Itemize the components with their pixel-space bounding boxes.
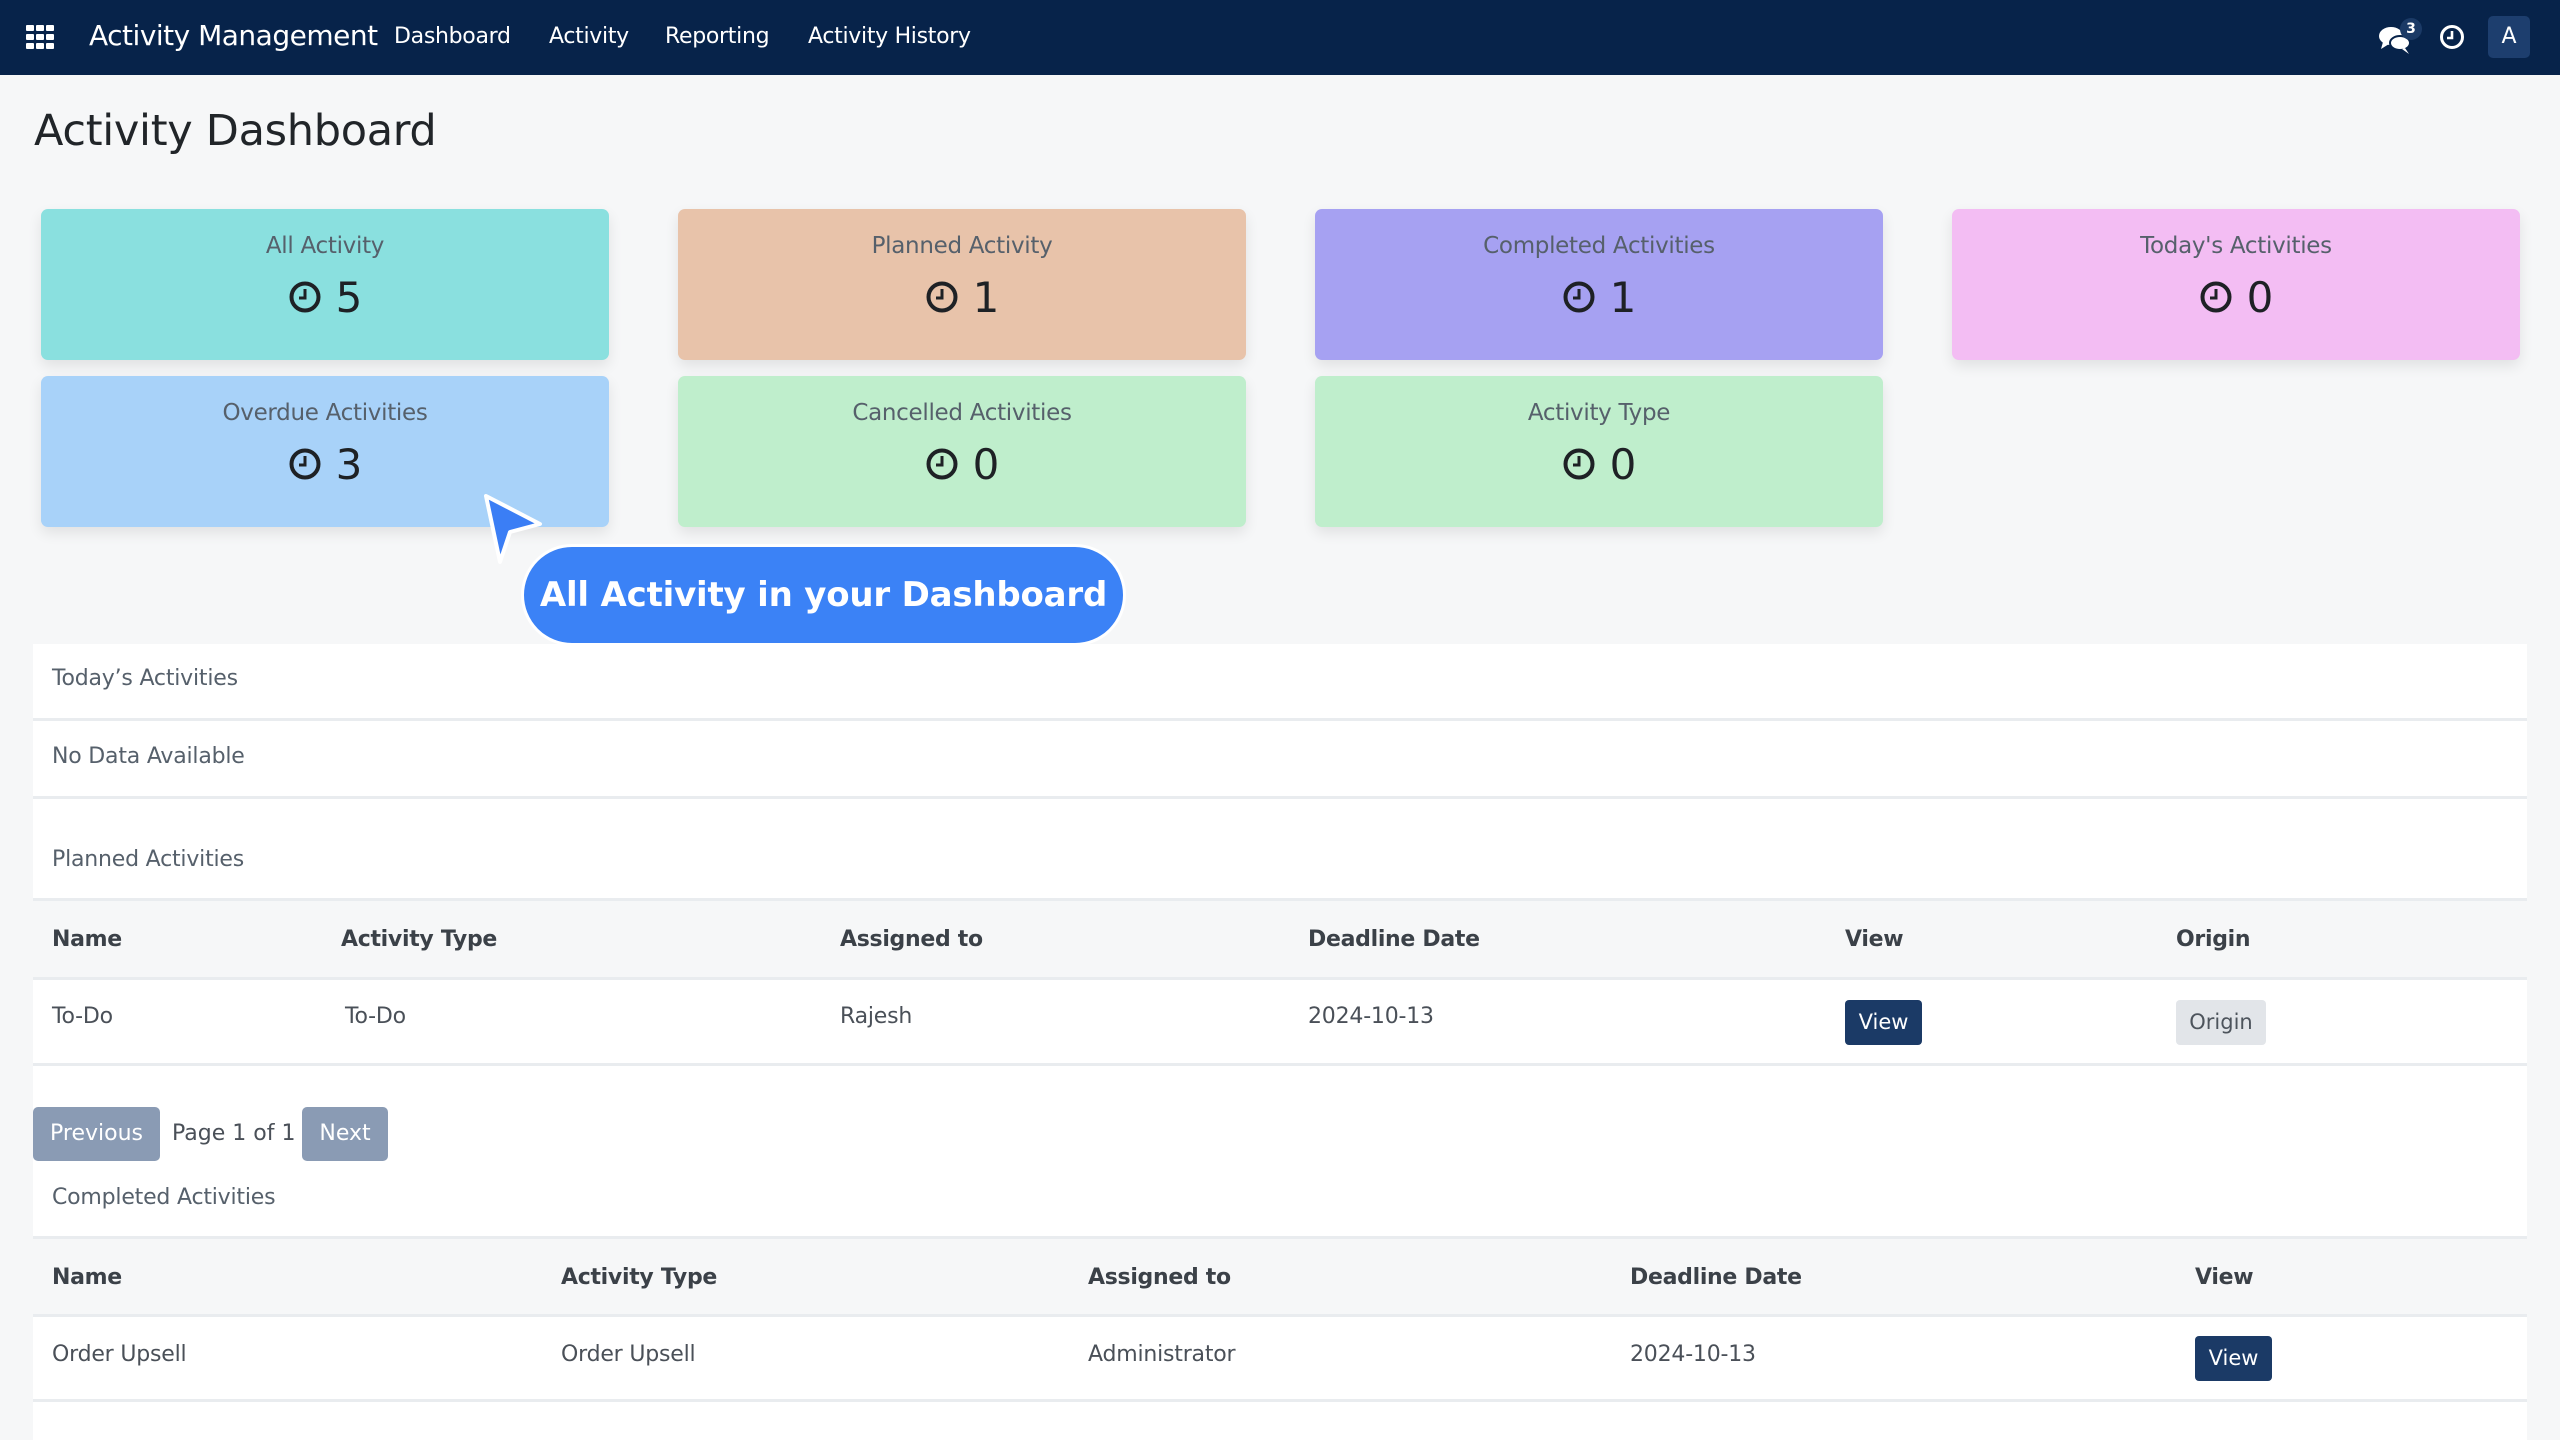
origin-button[interactable]: Origin [2176, 1000, 2266, 1045]
card-value: 0 [678, 439, 1246, 489]
card-todays-activities[interactable]: Today's Activities 0 [1952, 209, 2520, 360]
card-value: 0 [1315, 439, 1883, 489]
column-header-origin: Origin [2176, 927, 2251, 952]
page-info: Page 1 of 1 [172, 1121, 296, 1146]
column-header-deadline-date: Deadline Date [1630, 1265, 1802, 1290]
completed-activities-title: Completed Activities [52, 1185, 276, 1210]
card-count: 5 [335, 272, 363, 322]
divider [33, 898, 2527, 901]
nav-link-activity-history[interactable]: Activity History [808, 24, 971, 49]
column-header-name: Name [52, 927, 122, 952]
cell-activity-type: Order Upsell [561, 1342, 696, 1367]
view-button[interactable]: View [1845, 1000, 1922, 1045]
chat-badge: 3 [2400, 18, 2422, 40]
cell-name: Order Upsell [52, 1342, 187, 1367]
top-navbar: Activity Management Dashboard Activity R… [0, 0, 2560, 75]
card-value: 3 [41, 439, 609, 489]
card-planned-activity[interactable]: Planned Activity 1 [678, 209, 1246, 360]
card-count: 0 [972, 439, 1000, 489]
card-label: Completed Activities [1483, 233, 1715, 259]
card-label: Planned Activity [871, 233, 1053, 259]
cell-assigned-to: Rajesh [840, 1004, 913, 1029]
clock-icon [2200, 281, 2232, 313]
completed-table-header [33, 1238, 2527, 1316]
clock-icon [1563, 281, 1595, 313]
nav-link-reporting[interactable]: Reporting [665, 24, 770, 49]
card-label: Cancelled Activities [852, 400, 1072, 426]
user-avatar[interactable]: A [2488, 16, 2530, 58]
pointer-cursor-icon [484, 494, 542, 564]
card-count: 3 [335, 439, 363, 489]
card-value: 0 [1952, 272, 2520, 322]
card-value: 1 [678, 272, 1246, 322]
card-value: 5 [41, 272, 609, 322]
card-count: 0 [2246, 272, 2274, 322]
clock-icon[interactable] [2439, 24, 2465, 50]
column-header-deadline-date: Deadline Date [1308, 927, 1480, 952]
cell-name: To-Do [52, 1004, 113, 1029]
divider [33, 977, 2527, 980]
column-header-name: Name [52, 1265, 122, 1290]
app-brand[interactable]: Activity Management [89, 19, 378, 52]
column-header-assigned-to: Assigned to [840, 927, 983, 952]
clock-icon [289, 448, 321, 480]
no-data-text: No Data Available [52, 744, 245, 769]
column-header-activity-type: Activity Type [561, 1265, 718, 1290]
card-count: 1 [972, 272, 1000, 322]
view-button[interactable]: View [2195, 1336, 2272, 1381]
cell-deadline-date: 2024-10-13 [1308, 1004, 1434, 1029]
card-completed-activities[interactable]: Completed Activities 1 [1315, 209, 1883, 360]
nav-link-dashboard[interactable]: Dashboard [394, 24, 511, 49]
clock-icon [1563, 448, 1595, 480]
cell-assigned-to: Administrator [1088, 1342, 1236, 1367]
clock-icon [926, 281, 958, 313]
divider [33, 1399, 2527, 1402]
cell-activity-type: To-Do [345, 1004, 406, 1029]
column-header-activity-type: Activity Type [341, 927, 498, 952]
cell-deadline-date: 2024-10-13 [1630, 1342, 1756, 1367]
page-title: Activity Dashboard [34, 106, 437, 156]
divider [33, 718, 2527, 721]
tour-callout: All Activity in your Dashboard [521, 544, 1126, 646]
card-label: Activity Type [1527, 400, 1671, 426]
card-count: 0 [1609, 439, 1637, 489]
column-header-assigned-to: Assigned to [1088, 1265, 1231, 1290]
previous-page-button[interactable]: Previous [33, 1107, 160, 1161]
divider [33, 1236, 2527, 1239]
clock-icon [289, 281, 321, 313]
grid-icon[interactable] [26, 25, 54, 49]
planned-activities-title: Planned Activities [52, 847, 245, 872]
activities-panel: Today’s Activities No Data Available Pla… [33, 644, 2527, 1440]
card-label: Overdue Activities [222, 400, 428, 426]
card-count: 1 [1609, 272, 1637, 322]
todays-activities-title: Today’s Activities [52, 666, 238, 691]
card-activity-type[interactable]: Activity Type 0 [1315, 376, 1883, 527]
card-value: 1 [1315, 272, 1883, 322]
card-cancelled-activities[interactable]: Cancelled Activities 0 [678, 376, 1246, 527]
column-header-view: View [2195, 1265, 2254, 1290]
divider [33, 796, 2527, 799]
column-header-view: View [1845, 927, 1904, 952]
card-label: All Activity [265, 233, 385, 259]
next-page-button[interactable]: Next [302, 1107, 388, 1161]
card-label: Today's Activities [2140, 233, 2332, 259]
clock-icon [926, 448, 958, 480]
divider [33, 1063, 2527, 1066]
divider [33, 1314, 2527, 1317]
nav-link-activity[interactable]: Activity [549, 24, 629, 49]
card-all-activity[interactable]: All Activity 5 [41, 209, 609, 360]
